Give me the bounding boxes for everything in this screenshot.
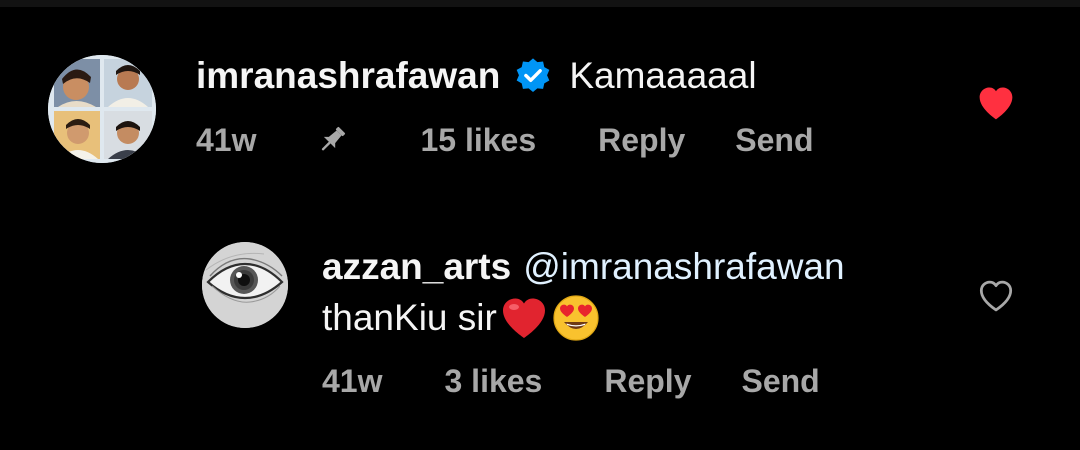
reply-button[interactable]: Reply — [598, 122, 685, 159]
reply-username[interactable]: azzan_arts — [322, 246, 511, 288]
top-divider — [0, 0, 1080, 7]
comment-timestamp: 41w — [196, 121, 257, 158]
red-heart-emoji — [500, 296, 548, 340]
reply-text: thanKiu sir — [322, 297, 497, 338]
reply-reply-button[interactable]: Reply — [604, 363, 691, 400]
heart-eyes-emoji — [552, 294, 600, 342]
pin-icon — [316, 124, 348, 156]
heart-outline-icon — [979, 280, 1013, 312]
reply-like-button[interactable] — [974, 274, 1018, 318]
send-button[interactable]: Send — [735, 122, 813, 159]
reply-text-line: thanKiu sir — [322, 292, 600, 344]
mention-link[interactable]: @imranashrafawan — [523, 246, 844, 288]
like-button[interactable] — [974, 81, 1018, 125]
comment-meta: 41w 15 likes Reply Send — [196, 117, 814, 163]
reply-timestamp: 41w — [322, 362, 383, 399]
heart-filled-icon — [979, 87, 1013, 120]
avatar-collage-image — [48, 55, 156, 163]
avatar[interactable] — [48, 55, 156, 163]
reply-line: azzan_arts @imranashrafawan — [322, 244, 845, 290]
reply-likes-count[interactable]: 3 likes — [444, 363, 542, 400]
comment-text: Kamaaaaal — [569, 55, 757, 96]
verified-badge-icon — [514, 57, 552, 95]
reply-meta: 41w 3 likes Reply Send — [322, 358, 820, 404]
eye-sketch-image — [202, 242, 288, 328]
comment-likes-count[interactable]: 15 likes — [420, 122, 536, 159]
comment-line: imranashrafawan Kamaaaaal — [196, 52, 757, 100]
reply-avatar[interactable] — [202, 242, 288, 328]
reply-send-button[interactable]: Send — [741, 363, 819, 400]
comment-username[interactable]: imranashrafawan — [196, 55, 500, 97]
